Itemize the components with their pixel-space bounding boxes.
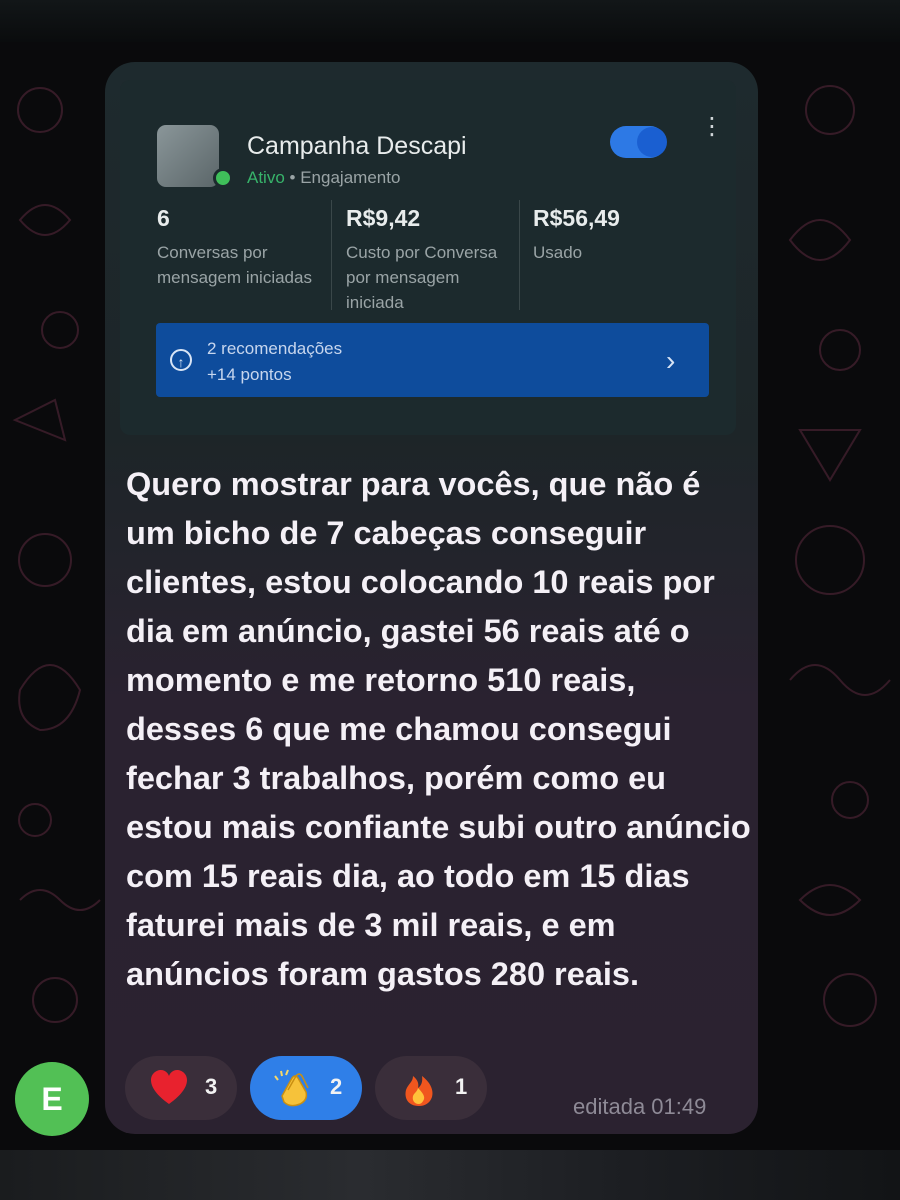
campaign-thumbnail (157, 125, 219, 187)
metric-spent: R$56,49 Usado (533, 205, 703, 265)
campaign-status-line: Ativo • Engajamento (247, 168, 400, 188)
campaign-objective: Engajamento (300, 168, 401, 187)
reaction-count: 1 (455, 1074, 468, 1099)
arrow-up-circle-icon: ↑ (170, 349, 192, 371)
reaction-count: 3 (205, 1074, 218, 1099)
metric-conversations: 6 Conversas por mensagem iniciadas (157, 205, 327, 290)
more-options-icon[interactable]: ⋮ (700, 115, 724, 160)
sender-avatar[interactable]: E (15, 1062, 89, 1136)
message-text: Quero mostrar para vocês, que não é um b… (126, 466, 751, 992)
ad-campaign-card: Campanha Descapi Ativo • Engajamento ⋮ 6… (120, 80, 736, 435)
metric-value: 6 (157, 205, 170, 231)
metric-divider (331, 200, 332, 310)
reaction-clap[interactable]: 2 (250, 1056, 362, 1120)
recommendations-banner[interactable]: ↑ 2 recomendações +14 pontos › (156, 323, 709, 397)
clapping-hands-icon (274, 1069, 309, 1107)
reaction-heart[interactable]: 3 (125, 1056, 237, 1120)
campaign-status: Ativo (247, 168, 285, 187)
toggle-knob (637, 127, 667, 157)
bottom-strip (0, 1150, 900, 1200)
status-separator: • (289, 168, 296, 187)
metric-cost-per-conversation: R$9,42 Custo por Conversa por mensagem i… (346, 205, 516, 315)
reaction-count: 2 (330, 1074, 343, 1099)
metric-label: Conversas por mensagem iniciadas (157, 243, 312, 287)
fire-icon (405, 1076, 433, 1106)
metric-label: Custo por Conversa por mensagem iniciada (346, 243, 498, 312)
reaction-fire[interactable]: 1 (375, 1056, 487, 1120)
metric-label: Usado (533, 243, 583, 262)
recommendations-count: 2 recomendações (207, 339, 343, 358)
active-status-dot (213, 168, 233, 188)
campaign-title: Campanha Descapi (247, 132, 467, 160)
chevron-right-icon: › (666, 345, 676, 376)
recommendations-points: +14 pontos (207, 365, 292, 384)
metric-value: R$9,42 (346, 205, 421, 231)
metric-value: R$56,49 (533, 205, 620, 231)
edited-timestamp: editada 01:49 (573, 1094, 707, 1119)
metric-divider (519, 200, 520, 310)
heart-icon (151, 1070, 187, 1104)
message-bubble[interactable]: Campanha Descapi Ativo • Engajamento ⋮ 6… (105, 62, 758, 1134)
